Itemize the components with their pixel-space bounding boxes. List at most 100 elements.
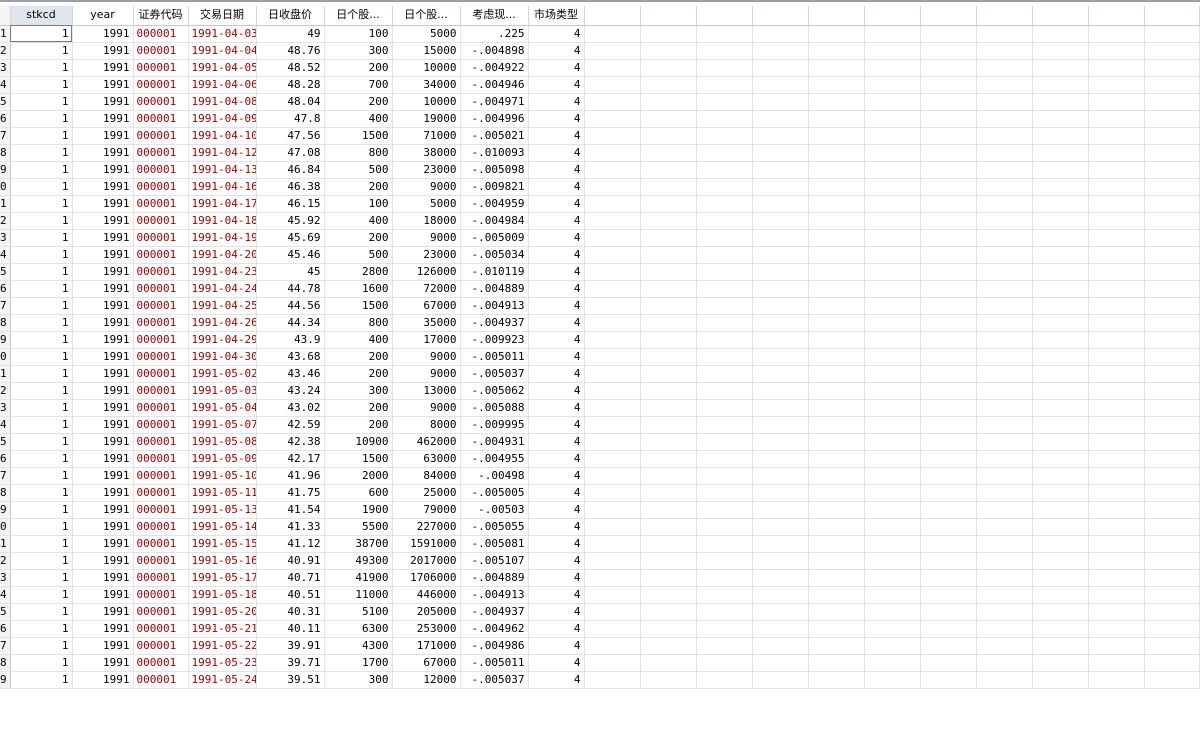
- empty-cell[interactable]: [1032, 76, 1089, 94]
- table-cell[interactable]: 1: [10, 25, 73, 43]
- column-header[interactable]: 考虑现...: [460, 6, 529, 26]
- table-cell[interactable]: 1: [10, 144, 73, 162]
- table-row[interactable]: 3 1 1991 000001 1991-05-17 40.71 41900 1706000-…: [0, 569, 1200, 587]
- table-row[interactable]: 8 1 1991 000001 1991-04-26 44.34 800 35000 -.004…: [0, 314, 1200, 332]
- empty-cell[interactable]: [976, 161, 1033, 179]
- table-cell[interactable]: 1991-04-24: [188, 280, 257, 298]
- table-cell[interactable]: 227000: [392, 518, 461, 536]
- table-cell[interactable]: 1706000: [392, 569, 461, 587]
- table-cell[interactable]: 4: [528, 331, 585, 349]
- table-row[interactable]: 2 1 1991 000001 1991-05-16 40.91 49300 2017000-…: [0, 552, 1200, 570]
- empty-cell[interactable]: [752, 620, 809, 638]
- empty-cell[interactable]: [1032, 263, 1089, 281]
- table-cell[interactable]: -.004898: [460, 42, 529, 60]
- table-cell[interactable]: 4: [528, 178, 585, 196]
- table-cell[interactable]: 1: [10, 535, 73, 553]
- empty-cell[interactable]: [752, 263, 809, 281]
- empty-cell[interactable]: [920, 586, 977, 604]
- table-cell[interactable]: 1991-05-22: [188, 637, 257, 655]
- table-cell[interactable]: 000001: [133, 501, 189, 519]
- empty-cell[interactable]: [976, 433, 1033, 451]
- empty-cell[interactable]: [808, 365, 865, 383]
- table-cell[interactable]: 1: [10, 93, 73, 111]
- table-cell[interactable]: 1991-05-02: [188, 365, 257, 383]
- empty-cell[interactable]: [808, 93, 865, 111]
- table-row[interactable]: 9 1 1991 000001 1991-05-13 41.54 1900 79000 -.00…: [0, 501, 1200, 519]
- table-cell[interactable]: 10000: [392, 59, 461, 77]
- table-cell[interactable]: 000001: [133, 569, 189, 587]
- empty-cell[interactable]: [1088, 127, 1145, 145]
- row-number[interactable]: 0: [0, 178, 11, 196]
- row-number[interactable]: 4: [0, 246, 11, 264]
- table-row[interactable]: 7 1 1991 000001 1991-04-10 47.56 1500 71000 -.00…: [0, 127, 1200, 145]
- table-cell[interactable]: 4: [528, 127, 585, 145]
- empty-cell[interactable]: [1144, 501, 1200, 519]
- empty-cell[interactable]: [1088, 331, 1145, 349]
- table-cell[interactable]: 171000: [392, 637, 461, 655]
- table-cell[interactable]: 1991: [72, 450, 134, 468]
- empty-cell[interactable]: [920, 603, 977, 621]
- row-number[interactable]: 3: [0, 399, 11, 417]
- empty-cell[interactable]: [1144, 280, 1200, 298]
- empty-cell[interactable]: [1144, 637, 1200, 655]
- table-cell[interactable]: 1991: [72, 501, 134, 519]
- empty-cell[interactable]: [640, 399, 697, 417]
- table-cell[interactable]: 000001: [133, 518, 189, 536]
- empty-cell[interactable]: [696, 620, 753, 638]
- empty-cell[interactable]: [584, 195, 641, 213]
- table-cell[interactable]: 41.33: [256, 518, 325, 536]
- table-cell[interactable]: 43.68: [256, 348, 325, 366]
- table-cell[interactable]: 9000: [392, 178, 461, 196]
- table-cell[interactable]: 42.38: [256, 433, 325, 451]
- table-cell[interactable]: 1991-05-17: [188, 569, 257, 587]
- table-cell[interactable]: 1: [10, 178, 73, 196]
- table-cell[interactable]: 1991-04-12: [188, 144, 257, 162]
- empty-cell[interactable]: [1088, 450, 1145, 468]
- table-cell[interactable]: 1991: [72, 399, 134, 417]
- empty-cell[interactable]: [976, 501, 1033, 519]
- empty-cell[interactable]: [1088, 637, 1145, 655]
- table-cell[interactable]: 42.59: [256, 416, 325, 434]
- empty-cell[interactable]: [1032, 246, 1089, 264]
- table-cell[interactable]: 1991: [72, 263, 134, 281]
- table-cell[interactable]: 4: [528, 263, 585, 281]
- table-row[interactable]: 5 1 1991 000001 1991-05-08 42.38 10900 462000 -.…: [0, 433, 1200, 451]
- empty-cell[interactable]: [808, 637, 865, 655]
- empty-cell[interactable]: [808, 229, 865, 247]
- table-cell[interactable]: 1991: [72, 467, 134, 485]
- empty-cell[interactable]: [584, 246, 641, 264]
- table-cell[interactable]: 44.78: [256, 280, 325, 298]
- table-cell[interactable]: 1991-04-23: [188, 263, 257, 281]
- table-cell[interactable]: 1991: [72, 348, 134, 366]
- table-cell[interactable]: 4: [528, 297, 585, 315]
- table-cell[interactable]: -.005011: [460, 654, 529, 672]
- table-cell[interactable]: 45: [256, 263, 325, 281]
- empty-cell[interactable]: [752, 484, 809, 502]
- table-cell[interactable]: 45.46: [256, 246, 325, 264]
- empty-cell[interactable]: [808, 450, 865, 468]
- empty-cell[interactable]: [1144, 586, 1200, 604]
- empty-cell[interactable]: [696, 484, 753, 502]
- empty-cell[interactable]: [752, 110, 809, 128]
- empty-cell[interactable]: [696, 382, 753, 400]
- empty-cell[interactable]: [640, 365, 697, 383]
- column-header-empty[interactable]: [752, 6, 809, 26]
- empty-cell[interactable]: [584, 229, 641, 247]
- empty-cell[interactable]: [640, 280, 697, 298]
- empty-cell[interactable]: [1088, 569, 1145, 587]
- empty-cell[interactable]: [1144, 416, 1200, 434]
- table-cell[interactable]: 1991: [72, 535, 134, 553]
- table-cell[interactable]: 000001: [133, 450, 189, 468]
- table-cell[interactable]: -.005081: [460, 535, 529, 553]
- empty-cell[interactable]: [808, 42, 865, 60]
- table-cell[interactable]: 1991: [72, 484, 134, 502]
- empty-cell[interactable]: [808, 178, 865, 196]
- table-cell[interactable]: 1991: [72, 144, 134, 162]
- empty-cell[interactable]: [1088, 195, 1145, 213]
- table-cell[interactable]: 1: [10, 365, 73, 383]
- empty-cell[interactable]: [584, 365, 641, 383]
- table-cell[interactable]: 400: [324, 331, 393, 349]
- empty-cell[interactable]: [920, 654, 977, 672]
- table-cell[interactable]: 4: [528, 365, 585, 383]
- empty-cell[interactable]: [864, 25, 921, 43]
